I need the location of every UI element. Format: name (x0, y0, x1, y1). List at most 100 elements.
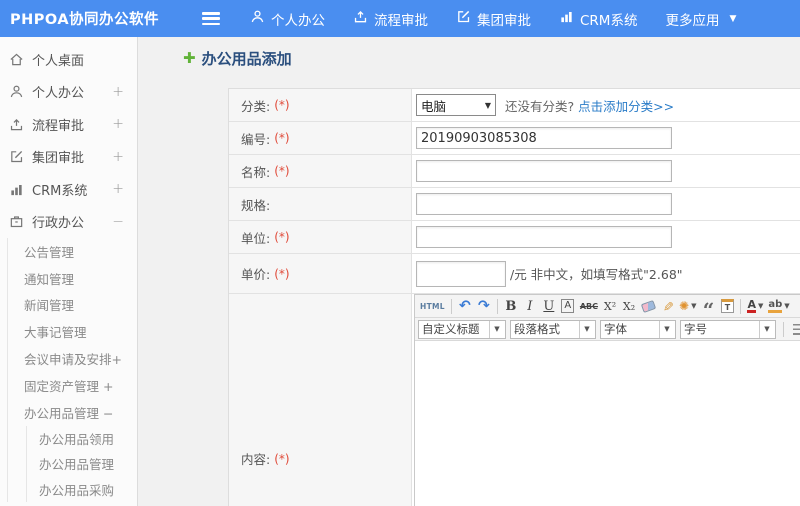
sidebar-item-notice-mgmt[interactable]: 通知管理 (8, 265, 137, 292)
category-select[interactable]: 电脑 ▼ (416, 94, 496, 116)
unit-input[interactable] (416, 226, 672, 248)
redo-icon[interactable]: ↷ (475, 297, 493, 316)
font-family-select[interactable]: 字体 ▼ (600, 319, 676, 339)
edit-icon (456, 9, 471, 28)
caret-down-icon: ▼ (691, 302, 697, 310)
office-supply-form: 分类: (*) 电脑 ▼ 还没有分类? 点击添加分类>> 编号: (*) 201… (228, 88, 800, 506)
form-row-category: 分类: (*) 电脑 ▼ 还没有分类? 点击添加分类>> (229, 89, 800, 122)
nav-more-apps[interactable]: 更多应用 ▼ (665, 9, 736, 29)
font-style-button[interactable]: A (561, 299, 575, 313)
briefcase-icon (9, 214, 25, 230)
paragraph-format-select[interactable]: 段落格式 ▼ (510, 319, 596, 339)
form-row-code: 编号: (*) (229, 122, 800, 155)
sidebar-item-announcement-mgmt[interactable]: 公告管理 (8, 238, 137, 265)
select-arrow-icon: ▼ (484, 100, 491, 110)
sidebar-item-fixed-assets-mgmt[interactable]: 固定资产管理 + (8, 372, 137, 399)
upload-icon (353, 9, 368, 28)
hamburger-menu-icon[interactable] (202, 12, 220, 25)
home-icon (9, 51, 25, 67)
subscript-button[interactable]: X₂ (620, 297, 638, 316)
office-supplies-submenu: 办公用品领用 办公用品管理 办公用品采购 (26, 425, 137, 503)
price-input[interactable] (416, 260, 506, 287)
sidebar-item-personal-office[interactable]: 个人办公 + (0, 76, 137, 109)
editor-toolbar-row2: 自定义标题 ▼ 段落格式 ▼ 字体 ▼ 字号 ▼ (415, 318, 800, 341)
align-left-icon (793, 323, 800, 335)
format-brush-button[interactable]: ✎ (658, 297, 677, 315)
sidebar-item-workflow-approval[interactable]: 流程审批 + (0, 108, 137, 141)
highlight-color-button[interactable]: ab ▼ (766, 297, 791, 316)
price-format-hint: /元 非中文，如填写格式"2.68" (510, 267, 683, 282)
form-row-spec: 规格: (229, 188, 800, 221)
sidebar-item-crm-system[interactable]: CRM系统 + (0, 173, 137, 206)
caret-down-icon: ▼ (494, 325, 500, 333)
html-source-button[interactable]: HTML (418, 297, 447, 316)
eraser-icon (640, 299, 656, 313)
sidebar-item-news-mgmt[interactable]: 新闻管理 (8, 292, 137, 319)
underline-button[interactable]: U (540, 297, 558, 316)
nav-personal-office[interactable]: 个人办公 (250, 9, 325, 29)
expand-plus-icon[interactable]: + (112, 116, 124, 132)
edit-icon (9, 149, 25, 165)
sidebar-item-supplies-claim[interactable]: 办公用品领用 (27, 426, 137, 452)
admin-office-submenu: 公告管理 通知管理 新闻管理 大事记管理 会议申请及安排+ 固定资产管理 + 办… (7, 238, 137, 503)
app-logo: PHPOA协同办公软件 (10, 12, 160, 28)
rich-text-editor: HTML ↶ ↷ B I U A ABC X² X₂ ✎ ✺ ▼ “ T A ▼… (414, 294, 800, 506)
spec-input[interactable] (416, 193, 672, 215)
caret-down-icon: ▼ (729, 13, 737, 24)
nav-workflow-approval[interactable]: 流程审批 (353, 9, 428, 29)
caret-down-icon: ▼ (664, 325, 670, 333)
code-input[interactable] (416, 127, 672, 149)
superscript-button[interactable]: X² (601, 297, 619, 316)
form-row-price: 单价: (*) /元 非中文，如填写格式"2.68" (229, 254, 800, 294)
page-title: ✚ 办公用品添加 (183, 49, 292, 68)
upload-icon (9, 116, 25, 132)
remove-format-button[interactable] (639, 297, 657, 316)
add-category-link[interactable]: 点击添加分类>> (578, 99, 674, 114)
custom-heading-select[interactable]: 自定义标题 ▼ (418, 319, 506, 339)
top-nav: 个人办公 流程审批 集团审批 CRM系统 更多应用 ▼ (250, 9, 736, 29)
bar-chart-icon (9, 181, 25, 197)
name-input[interactable] (416, 160, 672, 182)
bar-chart-icon (559, 9, 574, 28)
sidebar-item-office-supplies-mgmt[interactable]: 办公用品管理 − (8, 399, 137, 426)
caret-down-icon: ▼ (757, 302, 764, 310)
editor-content-area[interactable] (415, 341, 800, 506)
align-left-button[interactable] (788, 320, 800, 339)
sidebar: 个人桌面 个人办公 + 流程审批 + 集团审批 + CRM系统 + 行政办公 − (0, 37, 138, 506)
form-row-unit: 单位: (*) (229, 221, 800, 254)
font-size-select[interactable]: 字号 ▼ (680, 319, 776, 339)
sidebar-item-supplies-manage[interactable]: 办公用品管理 (27, 451, 137, 477)
sidebar-item-personal-desktop[interactable]: 个人桌面 (0, 43, 137, 76)
strikethrough-button[interactable]: ABC (578, 297, 600, 316)
sidebar-item-group-approval[interactable]: 集团审批 + (0, 141, 137, 174)
italic-button[interactable]: I (521, 297, 539, 316)
sidebar-item-events-mgmt[interactable]: 大事记管理 (8, 318, 137, 345)
collapse-minus-icon[interactable]: − (112, 214, 124, 230)
auto-typeset-button[interactable]: ✺ ▼ (677, 297, 698, 316)
caret-down-icon: ▼ (764, 325, 770, 333)
caret-down-icon: ▼ (584, 325, 590, 333)
user-icon (9, 84, 25, 100)
bold-button[interactable]: B (502, 297, 520, 316)
topbar: PHPOA协同办公软件 个人办公 流程审批 集团审批 CRM系统 更多应用 ▼ (0, 0, 800, 37)
expand-plus-icon[interactable]: + (112, 84, 124, 100)
editor-toolbar-row1: HTML ↶ ↷ B I U A ABC X² X₂ ✎ ✺ ▼ “ T A ▼… (415, 295, 800, 318)
sidebar-item-meeting-request[interactable]: 会议申请及安排+ (8, 345, 137, 372)
add-plus-icon: ✚ (183, 49, 196, 67)
expand-plus-icon[interactable]: + (112, 149, 124, 165)
caret-down-icon: ▼ (784, 302, 790, 310)
font-color-button[interactable]: A ▼ (745, 297, 765, 316)
undo-icon[interactable]: ↶ (456, 297, 474, 316)
blockquote-button[interactable]: “ (699, 297, 717, 317)
form-row-name: 名称: (*) (229, 155, 800, 188)
nav-group-approval[interactable]: 集团审批 (456, 9, 531, 29)
form-row-content: 内容: (*) HTML ↶ ↷ B I U A ABC X² X₂ ✎ ✺ ▼… (229, 294, 800, 506)
expand-plus-icon[interactable]: + (112, 181, 124, 197)
app-window: PHPOA协同办公软件 个人办公 流程审批 集团审批 CRM系统 更多应用 ▼ (0, 0, 800, 506)
sidebar-item-supplies-purchase[interactable]: 办公用品采购 (27, 477, 137, 503)
sidebar-item-admin-office[interactable]: 行政办公 − (0, 206, 137, 239)
user-icon (250, 9, 265, 28)
main-content: ✚ 办公用品添加 分类: (*) 电脑 ▼ 还没有分类? 点击添加分类>> 编号… (139, 37, 800, 506)
nav-crm-system[interactable]: CRM系统 (559, 9, 637, 29)
paste-plain-text-button[interactable]: T (718, 297, 736, 316)
